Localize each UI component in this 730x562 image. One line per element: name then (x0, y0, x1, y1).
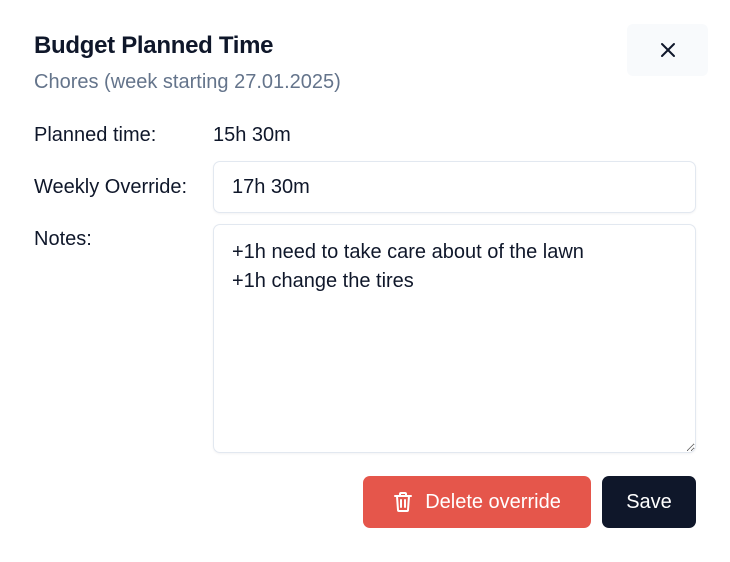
delete-override-button[interactable]: Delete override (363, 476, 591, 528)
notes-label: Notes: (34, 228, 92, 250)
trash-icon (393, 491, 413, 513)
save-button[interactable]: Save (602, 476, 696, 528)
close-button[interactable] (627, 24, 708, 76)
delete-override-label: Delete override (425, 490, 561, 513)
dialog-title: Budget Planned Time (34, 32, 274, 59)
notes-textarea[interactable]: +1h need to take care about of the lawn … (213, 224, 696, 453)
weekly-override-label: Weekly Override: (34, 176, 188, 198)
weekly-override-input[interactable] (213, 161, 696, 213)
planned-time-value: 15h 30m (213, 124, 291, 146)
x-icon (660, 42, 676, 58)
budget-dialog: Budget Planned Time Chores (week startin… (0, 0, 730, 562)
planned-time-label: Planned time: (34, 124, 157, 146)
dialog-subtitle: Chores (week starting 27.01.2025) (34, 71, 341, 93)
